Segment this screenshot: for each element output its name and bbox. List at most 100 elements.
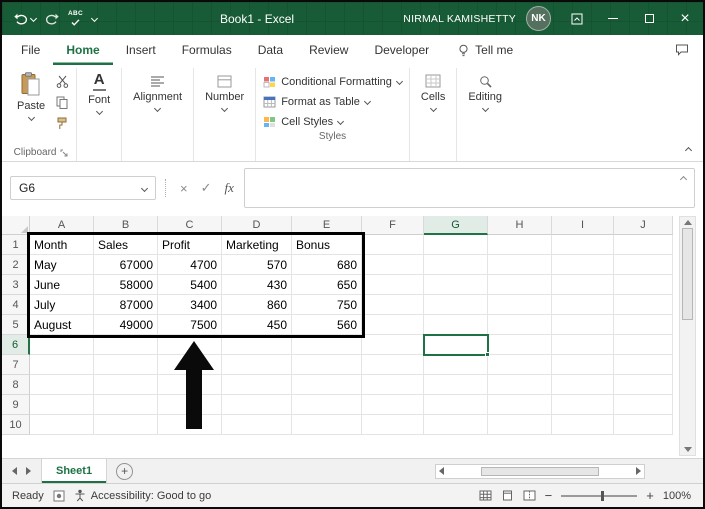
cell-D7[interactable]	[222, 355, 292, 375]
paste-button[interactable]: Paste	[13, 70, 49, 122]
scroll-right-icon[interactable]	[636, 467, 641, 475]
conditional-formatting-dropdown-icon[interactable]	[395, 77, 403, 86]
cell-A6[interactable]	[30, 335, 94, 355]
dialog-launcher-icon[interactable]	[60, 149, 68, 157]
cell-J8[interactable]	[614, 375, 673, 395]
cell-H6[interactable]	[488, 335, 552, 355]
cell-G10[interactable]	[424, 415, 488, 435]
editing-dropdown-icon[interactable]	[481, 104, 489, 113]
row-header-4[interactable]: 4	[2, 295, 30, 315]
normal-view-icon[interactable]	[479, 490, 492, 501]
cell-I1[interactable]	[552, 235, 614, 255]
tab-file[interactable]: File	[8, 35, 53, 65]
cell-H3[interactable]	[488, 275, 552, 295]
cell-G7[interactable]	[424, 355, 488, 375]
cell-D8[interactable]	[222, 375, 292, 395]
cell-F7[interactable]	[362, 355, 424, 375]
row-header-10[interactable]: 10	[2, 415, 30, 435]
zoom-slider-thumb[interactable]	[600, 490, 604, 501]
cell-B2[interactable]: 67000	[94, 255, 158, 275]
cell-C1[interactable]: Profit	[158, 235, 222, 255]
cell-J2[interactable]	[614, 255, 673, 275]
cell-E3[interactable]: 650	[292, 275, 362, 295]
cell-F10[interactable]	[362, 415, 424, 435]
row-header-6[interactable]: 6	[2, 335, 30, 355]
cell-J3[interactable]	[614, 275, 673, 295]
cell-B7[interactable]	[94, 355, 158, 375]
close-button[interactable]: ×	[667, 2, 703, 35]
row-header-3[interactable]: 3	[2, 275, 30, 295]
cell-J9[interactable]	[614, 395, 673, 415]
zoom-level[interactable]: 100%	[663, 490, 691, 502]
column-header-A[interactable]: A	[30, 216, 94, 235]
cell-E7[interactable]	[292, 355, 362, 375]
number-dropdown-icon[interactable]	[221, 104, 229, 113]
name-box-dropdown-icon[interactable]	[140, 184, 149, 192]
cell-B6[interactable]	[94, 335, 158, 355]
cell-A1[interactable]: Month	[30, 235, 94, 255]
zoom-in-button[interactable]: +	[646, 488, 654, 503]
format-as-table-button[interactable]: Format as Table	[263, 93, 371, 110]
cell-I8[interactable]	[552, 375, 614, 395]
page-break-view-icon[interactable]	[523, 490, 536, 501]
cell-C4[interactable]: 3400	[158, 295, 222, 315]
add-sheet-button[interactable]: +	[116, 462, 134, 480]
row-header-2[interactable]: 2	[2, 255, 30, 275]
cell-E10[interactable]	[292, 415, 362, 435]
cell-D1[interactable]: Marketing	[222, 235, 292, 255]
cell-J4[interactable]	[614, 295, 673, 315]
cell-A8[interactable]	[30, 375, 94, 395]
tab-formulas[interactable]: Formulas	[169, 35, 245, 65]
cell-A7[interactable]	[30, 355, 94, 375]
cell-G1[interactable]	[424, 235, 488, 255]
cell-A5[interactable]: August	[30, 315, 94, 335]
account-name[interactable]: NIRMAL KAMISHETTY	[403, 13, 516, 25]
maximize-button[interactable]	[631, 2, 667, 35]
cell-I10[interactable]	[552, 415, 614, 435]
number-button[interactable]: Number	[201, 70, 248, 113]
formula-bar-expand-icon[interactable]	[679, 175, 688, 184]
cell-G4[interactable]	[424, 295, 488, 315]
cell-A4[interactable]: July	[30, 295, 94, 315]
cell-D3[interactable]: 430	[222, 275, 292, 295]
vertical-scrollbar[interactable]	[679, 216, 696, 456]
cell-C5[interactable]: 7500	[158, 315, 222, 335]
scroll-down-icon[interactable]	[683, 447, 692, 452]
cell-G9[interactable]	[424, 395, 488, 415]
column-header-B[interactable]: B	[94, 216, 158, 235]
page-layout-view-icon[interactable]	[501, 490, 514, 501]
enter-button[interactable]: ✓	[198, 180, 215, 196]
cell-J5[interactable]	[614, 315, 673, 335]
cell-F5[interactable]	[362, 315, 424, 335]
spellcheck-button[interactable]: ABC	[68, 11, 83, 26]
tab-home[interactable]: Home	[53, 35, 112, 65]
cell-D5[interactable]: 450	[222, 315, 292, 335]
cell-J7[interactable]	[614, 355, 673, 375]
cell-C3[interactable]: 5400	[158, 275, 222, 295]
editing-button[interactable]: Editing	[464, 70, 506, 113]
select-all-button[interactable]	[2, 216, 30, 235]
row-header-8[interactable]: 8	[2, 375, 30, 395]
cancel-button[interactable]: ×	[177, 181, 191, 196]
row-header-1[interactable]: 1	[2, 235, 30, 255]
cell-styles-dropdown-icon[interactable]	[337, 117, 345, 126]
redo-button[interactable]	[45, 13, 59, 25]
cell-B5[interactable]: 49000	[94, 315, 158, 335]
cell-I3[interactable]	[552, 275, 614, 295]
cell-D10[interactable]	[222, 415, 292, 435]
cell-A9[interactable]	[30, 395, 94, 415]
tab-review[interactable]: Review	[296, 35, 361, 65]
cell-E1[interactable]: Bonus	[292, 235, 362, 255]
insert-function-button[interactable]: fx	[222, 180, 237, 196]
cell-F2[interactable]	[362, 255, 424, 275]
tell-me-box[interactable]: Tell me	[458, 35, 513, 65]
cell-E9[interactable]	[292, 395, 362, 415]
undo-dropdown-icon[interactable]	[29, 14, 38, 23]
column-header-D[interactable]: D	[222, 216, 292, 235]
column-header-H[interactable]: H	[488, 216, 552, 235]
sheet-tab-sheet1[interactable]: Sheet1	[41, 459, 108, 483]
alignment-dropdown-icon[interactable]	[154, 104, 162, 113]
cell-H2[interactable]	[488, 255, 552, 275]
alignment-button[interactable]: Alignment	[129, 70, 186, 113]
font-button[interactable]: A Font	[84, 70, 114, 116]
